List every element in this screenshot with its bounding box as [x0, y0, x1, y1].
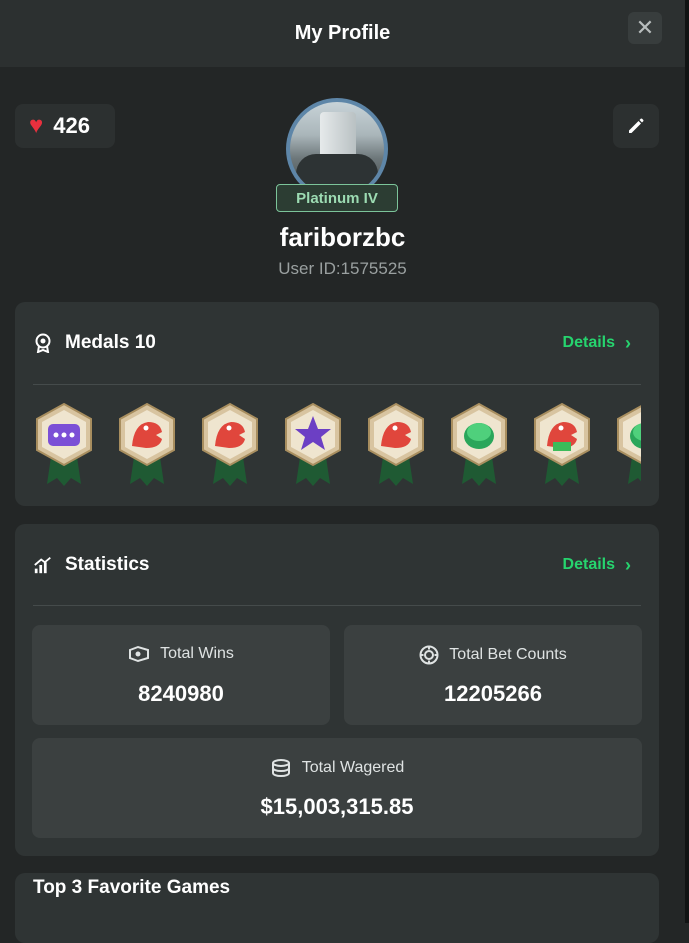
likes-count: 426: [53, 113, 90, 138]
total-wins-label: Total Wins: [160, 645, 234, 662]
chip-icon: [419, 645, 439, 665]
medals-details-link[interactable]: Details ›: [563, 333, 631, 354]
divider: [33, 605, 641, 606]
crocodile-medal-icon[interactable]: [199, 402, 261, 490]
favorite-games-title: Top 3 Favorite Games: [33, 877, 231, 898]
total-wagered-box: Total Wagered $15,003,315.85: [32, 738, 642, 838]
star-medal-icon[interactable]: [282, 402, 344, 490]
edit-profile-button[interactable]: [613, 104, 659, 148]
modal-header: My Profile ✕: [0, 0, 685, 67]
chat-medal-icon[interactable]: [33, 402, 95, 490]
statistics-card: Statistics Details › Total Wins 8240980: [15, 524, 659, 856]
crocodile-medal-icon[interactable]: [365, 402, 427, 490]
modal-title: My Profile: [294, 22, 391, 44]
coins-icon: [270, 758, 292, 778]
pencil-icon: [629, 118, 644, 133]
chart-icon: [33, 555, 53, 575]
medals-title: Medals 10: [65, 332, 156, 353]
chevron-right-icon: ›: [625, 554, 631, 575]
ticket-icon: [128, 645, 150, 663]
coin-medal-icon[interactable]: [614, 402, 641, 490]
window-edge: [685, 0, 689, 923]
bet-counts-value: 12205266: [444, 681, 542, 706]
chevron-right-icon: ›: [625, 332, 631, 353]
medals-list: [33, 402, 641, 492]
statistics-details-link[interactable]: Details ›: [563, 555, 631, 576]
heart-icon: ♥: [29, 112, 44, 139]
user-id: User ID:1575525: [278, 259, 407, 278]
medal-icon: [33, 333, 53, 353]
coin-medal-icon[interactable]: [448, 402, 510, 490]
total-wagered-value: $15,003,315.85: [260, 794, 414, 819]
close-icon: ✕: [635, 15, 655, 40]
username: fariborzbc: [279, 222, 406, 252]
bet-counts-box: Total Bet Counts 12205266: [344, 625, 642, 725]
favorite-games-card: Top 3 Favorite Games: [15, 873, 659, 943]
total-wins-box: Total Wins 8240980: [32, 625, 330, 725]
bet-counts-label: Total Bet Counts: [449, 646, 567, 663]
statistics-title: Statistics: [65, 554, 150, 575]
medals-card: Medals 10 Details ›: [15, 302, 659, 506]
close-button[interactable]: ✕: [628, 12, 662, 44]
likes-badge[interactable]: ♥ 426: [15, 104, 115, 148]
crocodile-medal-icon[interactable]: [116, 402, 178, 490]
total-wagered-label: Total Wagered: [301, 759, 405, 776]
rank-badge: Platinum IV: [276, 184, 398, 212]
crocodile-money-medal-icon[interactable]: [531, 402, 593, 490]
divider: [33, 384, 641, 385]
total-wins-value: 8240980: [138, 681, 224, 706]
